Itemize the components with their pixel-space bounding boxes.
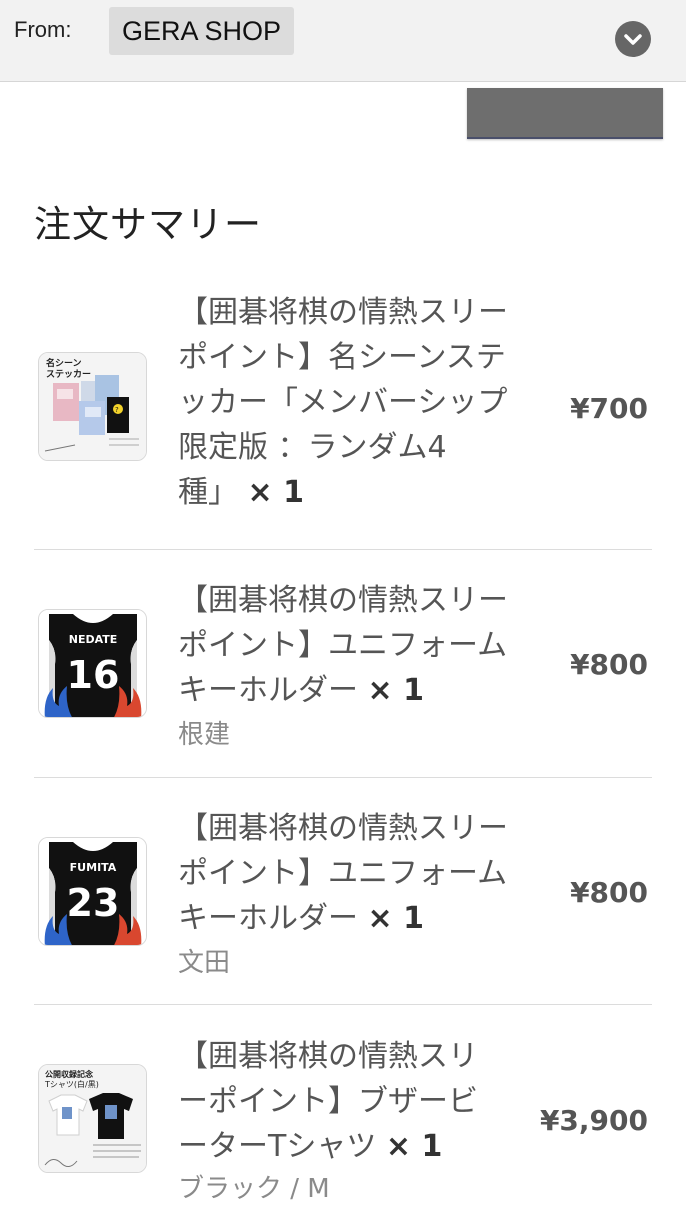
svg-text:ステッカー: ステッカー bbox=[46, 369, 91, 380]
order-item: FUMITA 23 【囲碁将棋の情熱スリー ポイント】ユニフォーム キーホルダー… bbox=[34, 806, 652, 986]
sticker-thumbnail: 名シーン ステッカー ? bbox=[38, 352, 147, 461]
svg-text:公開収録記念: 公開収録記念 bbox=[45, 1069, 93, 1079]
email-header: From: GERA SHOP bbox=[0, 0, 686, 82]
item-price: ¥800 bbox=[570, 876, 648, 909]
item-name: 【囲碁将棋の情熱スリー ポイント】名シーンステ ッカー「メンバーシップ 限定版 … bbox=[178, 295, 508, 510]
sender-chip[interactable]: GERA SHOP bbox=[109, 7, 295, 55]
order-item: 名シーン ステッカー ? 【囲碁将棋の情熱スリー ポイント】名シーンステ ッカー… bbox=[34, 290, 652, 540]
chevron-down-icon[interactable] bbox=[615, 21, 651, 57]
item-name: 【囲碁将棋の情熱スリー ポイント】ユニフォーム キーホルダー × 1 bbox=[178, 583, 508, 708]
item-variant: ブラック / M bbox=[178, 1174, 330, 1204]
item-price: ¥800 bbox=[570, 648, 648, 681]
divider bbox=[34, 1004, 652, 1005]
jersey-name: FUMITA bbox=[70, 861, 117, 874]
jersey-thumbnail: FUMITA 23 bbox=[38, 837, 147, 946]
item-price: ¥3,900 bbox=[539, 1104, 648, 1137]
jersey-thumbnail: NEDATE 16 bbox=[38, 609, 147, 718]
svg-text:?: ? bbox=[115, 406, 119, 414]
order-summary-title: 注文サマリー bbox=[34, 203, 262, 246]
tshirt-thumbnail: 公開収録記念 Tシャツ(白/黒) bbox=[38, 1064, 147, 1173]
shop-logo bbox=[467, 88, 663, 139]
order-item: 公開収録記念 Tシャツ(白/黒) 【囲碁将棋の情熱スリ ーポイント】ブザービ ー… bbox=[34, 1034, 652, 1204]
divider bbox=[34, 549, 652, 550]
order-item: NEDATE 16 【囲碁将棋の情熱スリー ポイント】ユニフォーム キーホルダー… bbox=[34, 578, 652, 758]
from-label: From: bbox=[14, 17, 72, 42]
item-name: 【囲碁将棋の情熱スリ ーポイント】ブザービ ーターTシャツ × 1 bbox=[178, 1039, 478, 1164]
item-variant: 文田 bbox=[178, 948, 231, 978]
jersey-number: 23 bbox=[67, 881, 120, 925]
divider bbox=[34, 777, 652, 778]
item-name: 【囲碁将棋の情熱スリー ポイント】ユニフォーム キーホルダー × 1 bbox=[178, 811, 508, 936]
svg-text:名シーン: 名シーン bbox=[46, 357, 82, 369]
jersey-name: NEDATE bbox=[69, 633, 118, 646]
item-quantity: × 1 bbox=[367, 673, 425, 708]
jersey-number: 16 bbox=[67, 653, 120, 697]
item-quantity: × 1 bbox=[385, 1129, 443, 1164]
item-variant: 根建 bbox=[178, 720, 231, 750]
item-price: ¥700 bbox=[570, 392, 648, 425]
item-quantity: × 1 bbox=[247, 475, 305, 510]
svg-text:Tシャツ(白/黒): Tシャツ(白/黒) bbox=[44, 1079, 99, 1089]
item-quantity: × 1 bbox=[367, 901, 425, 936]
